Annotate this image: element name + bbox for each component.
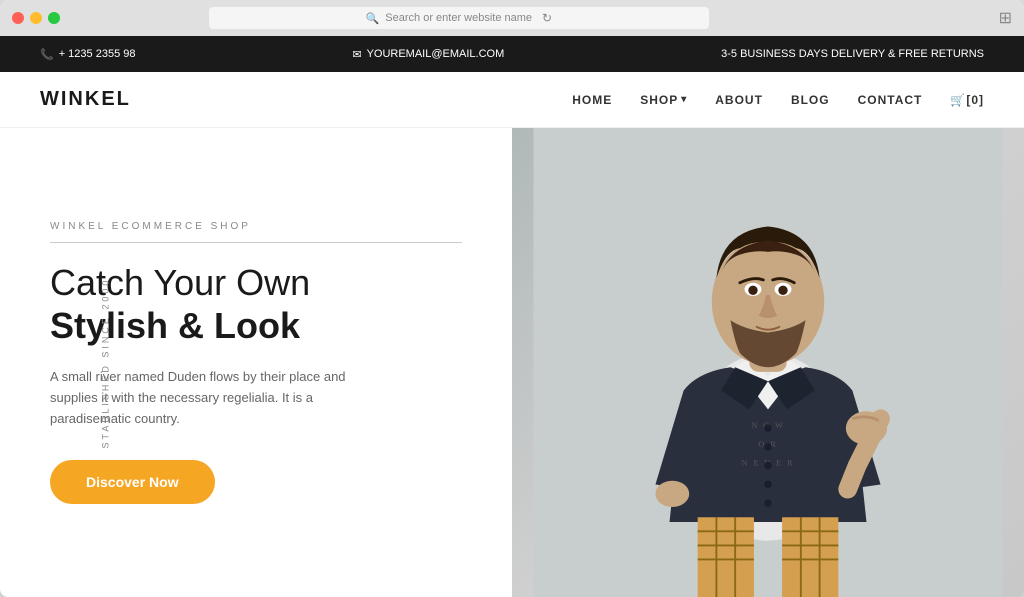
- browser-window: 🔍 Search or enter website name ↻ ⊞ 📞 + 1…: [0, 0, 1024, 597]
- nav-link-about[interactable]: ABOUT: [715, 93, 763, 107]
- hero-title-bold: Stylish & Look: [50, 304, 462, 347]
- address-text: Search or enter website name: [385, 12, 532, 24]
- delivery-text: 3-5 BUSINESS DAYS DELIVERY & FREE RETURN…: [721, 48, 984, 60]
- traffic-lights: [12, 12, 60, 24]
- top-bar: 📞 + 1235 2355 98 ✉ YOUREMAIL@EMAIL.COM 3…: [0, 36, 1024, 72]
- hero-section: STABLISHED SINCE 2000 WINKEL ECOMMERCE S…: [0, 128, 1024, 597]
- address-bar[interactable]: 🔍 Search or enter website name ↻: [209, 7, 709, 29]
- nav-item-shop[interactable]: SHOP: [640, 93, 687, 107]
- nav-item-blog[interactable]: BLOG: [791, 91, 830, 109]
- nav-link-home[interactable]: HOME: [572, 93, 612, 107]
- email-icon: ✉: [352, 48, 361, 61]
- nav-link-blog[interactable]: BLOG: [791, 93, 830, 107]
- email-info: ✉ YOUREMAIL@EMAIL.COM: [352, 48, 504, 61]
- side-text: STABLISHED SINCE 2000: [100, 277, 110, 448]
- discover-now-button[interactable]: Discover Now: [50, 460, 215, 504]
- website-content: 📞 + 1235 2355 98 ✉ YOUREMAIL@EMAIL.COM 3…: [0, 36, 1024, 597]
- nav-link-shop[interactable]: SHOP: [640, 93, 687, 107]
- hero-subtitle: WINKEL ECOMMERCE SHOP: [50, 221, 462, 243]
- hero-image: N O W O R N E V E R: [512, 128, 1024, 597]
- minimize-button[interactable]: [30, 12, 42, 24]
- expand-icon[interactable]: ⊞: [999, 8, 1012, 28]
- phone-icon: 📞: [40, 48, 54, 61]
- hero-title: Catch Your Own Stylish & Look: [50, 249, 462, 367]
- refresh-icon[interactable]: ↻: [542, 11, 552, 25]
- nav-item-cart[interactable]: 🛒[0]: [950, 91, 984, 109]
- phone-number: + 1235 2355 98: [59, 48, 136, 60]
- delivery-info: 3-5 BUSINESS DAYS DELIVERY & FREE RETURN…: [721, 48, 984, 60]
- nav-item-home[interactable]: HOME: [572, 91, 612, 109]
- close-button[interactable]: [12, 12, 24, 24]
- email-address: YOUREMAIL@EMAIL.COM: [367, 48, 505, 60]
- hero-right: N O W O R N E V E R: [512, 128, 1024, 597]
- main-nav: WINKEL HOME SHOP ABOUT BLOG CONTACT: [0, 72, 1024, 128]
- nav-item-about[interactable]: ABOUT: [715, 91, 763, 109]
- cart-link[interactable]: 🛒[0]: [950, 93, 984, 107]
- hero-left: STABLISHED SINCE 2000 WINKEL ECOMMERCE S…: [0, 128, 512, 597]
- hero-person-svg: N O W O R N E V E R: [512, 128, 1024, 597]
- nav-link-contact[interactable]: CONTACT: [858, 93, 923, 107]
- site-logo[interactable]: WINKEL: [40, 88, 131, 111]
- hero-title-light: Catch Your Own: [50, 261, 462, 304]
- browser-chrome: 🔍 Search or enter website name ↻ ⊞: [0, 0, 1024, 36]
- search-icon: 🔍: [366, 12, 380, 25]
- phone-info: 📞 + 1235 2355 98: [40, 48, 135, 61]
- nav-links: HOME SHOP ABOUT BLOG CONTACT 🛒[0]: [572, 91, 984, 109]
- maximize-button[interactable]: [48, 12, 60, 24]
- nav-item-contact[interactable]: CONTACT: [858, 91, 923, 109]
